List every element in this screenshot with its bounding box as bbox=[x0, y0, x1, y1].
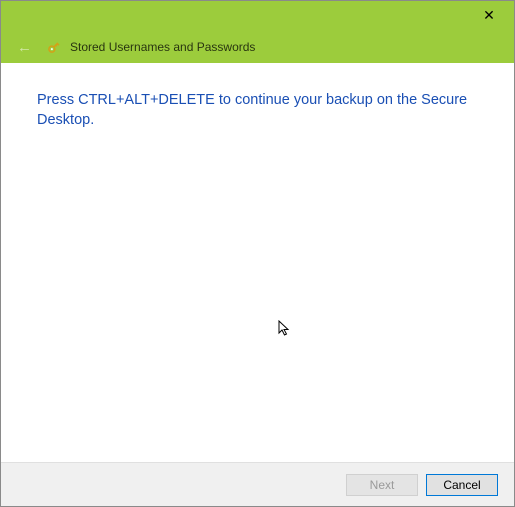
dialog-content: Press CTRL+ALT+DELETE to continue your b… bbox=[1, 63, 514, 462]
cancel-button[interactable]: Cancel bbox=[426, 474, 498, 496]
dialog-title: Stored Usernames and Passwords bbox=[70, 40, 255, 54]
dialog-window: ✕ ← Stored Usernames and Passwords Press… bbox=[0, 0, 515, 507]
key-icon bbox=[46, 39, 62, 55]
dialog-header: ← Stored Usernames and Passwords bbox=[1, 31, 514, 63]
instruction-text: Press CTRL+ALT+DELETE to continue your b… bbox=[37, 91, 484, 130]
dialog-footer: Next Cancel bbox=[1, 462, 514, 506]
back-arrow-icon[interactable]: ← bbox=[17, 39, 32, 56]
next-button: Next bbox=[346, 474, 418, 496]
titlebar: ✕ bbox=[1, 1, 514, 31]
close-button[interactable]: ✕ bbox=[472, 3, 506, 25]
